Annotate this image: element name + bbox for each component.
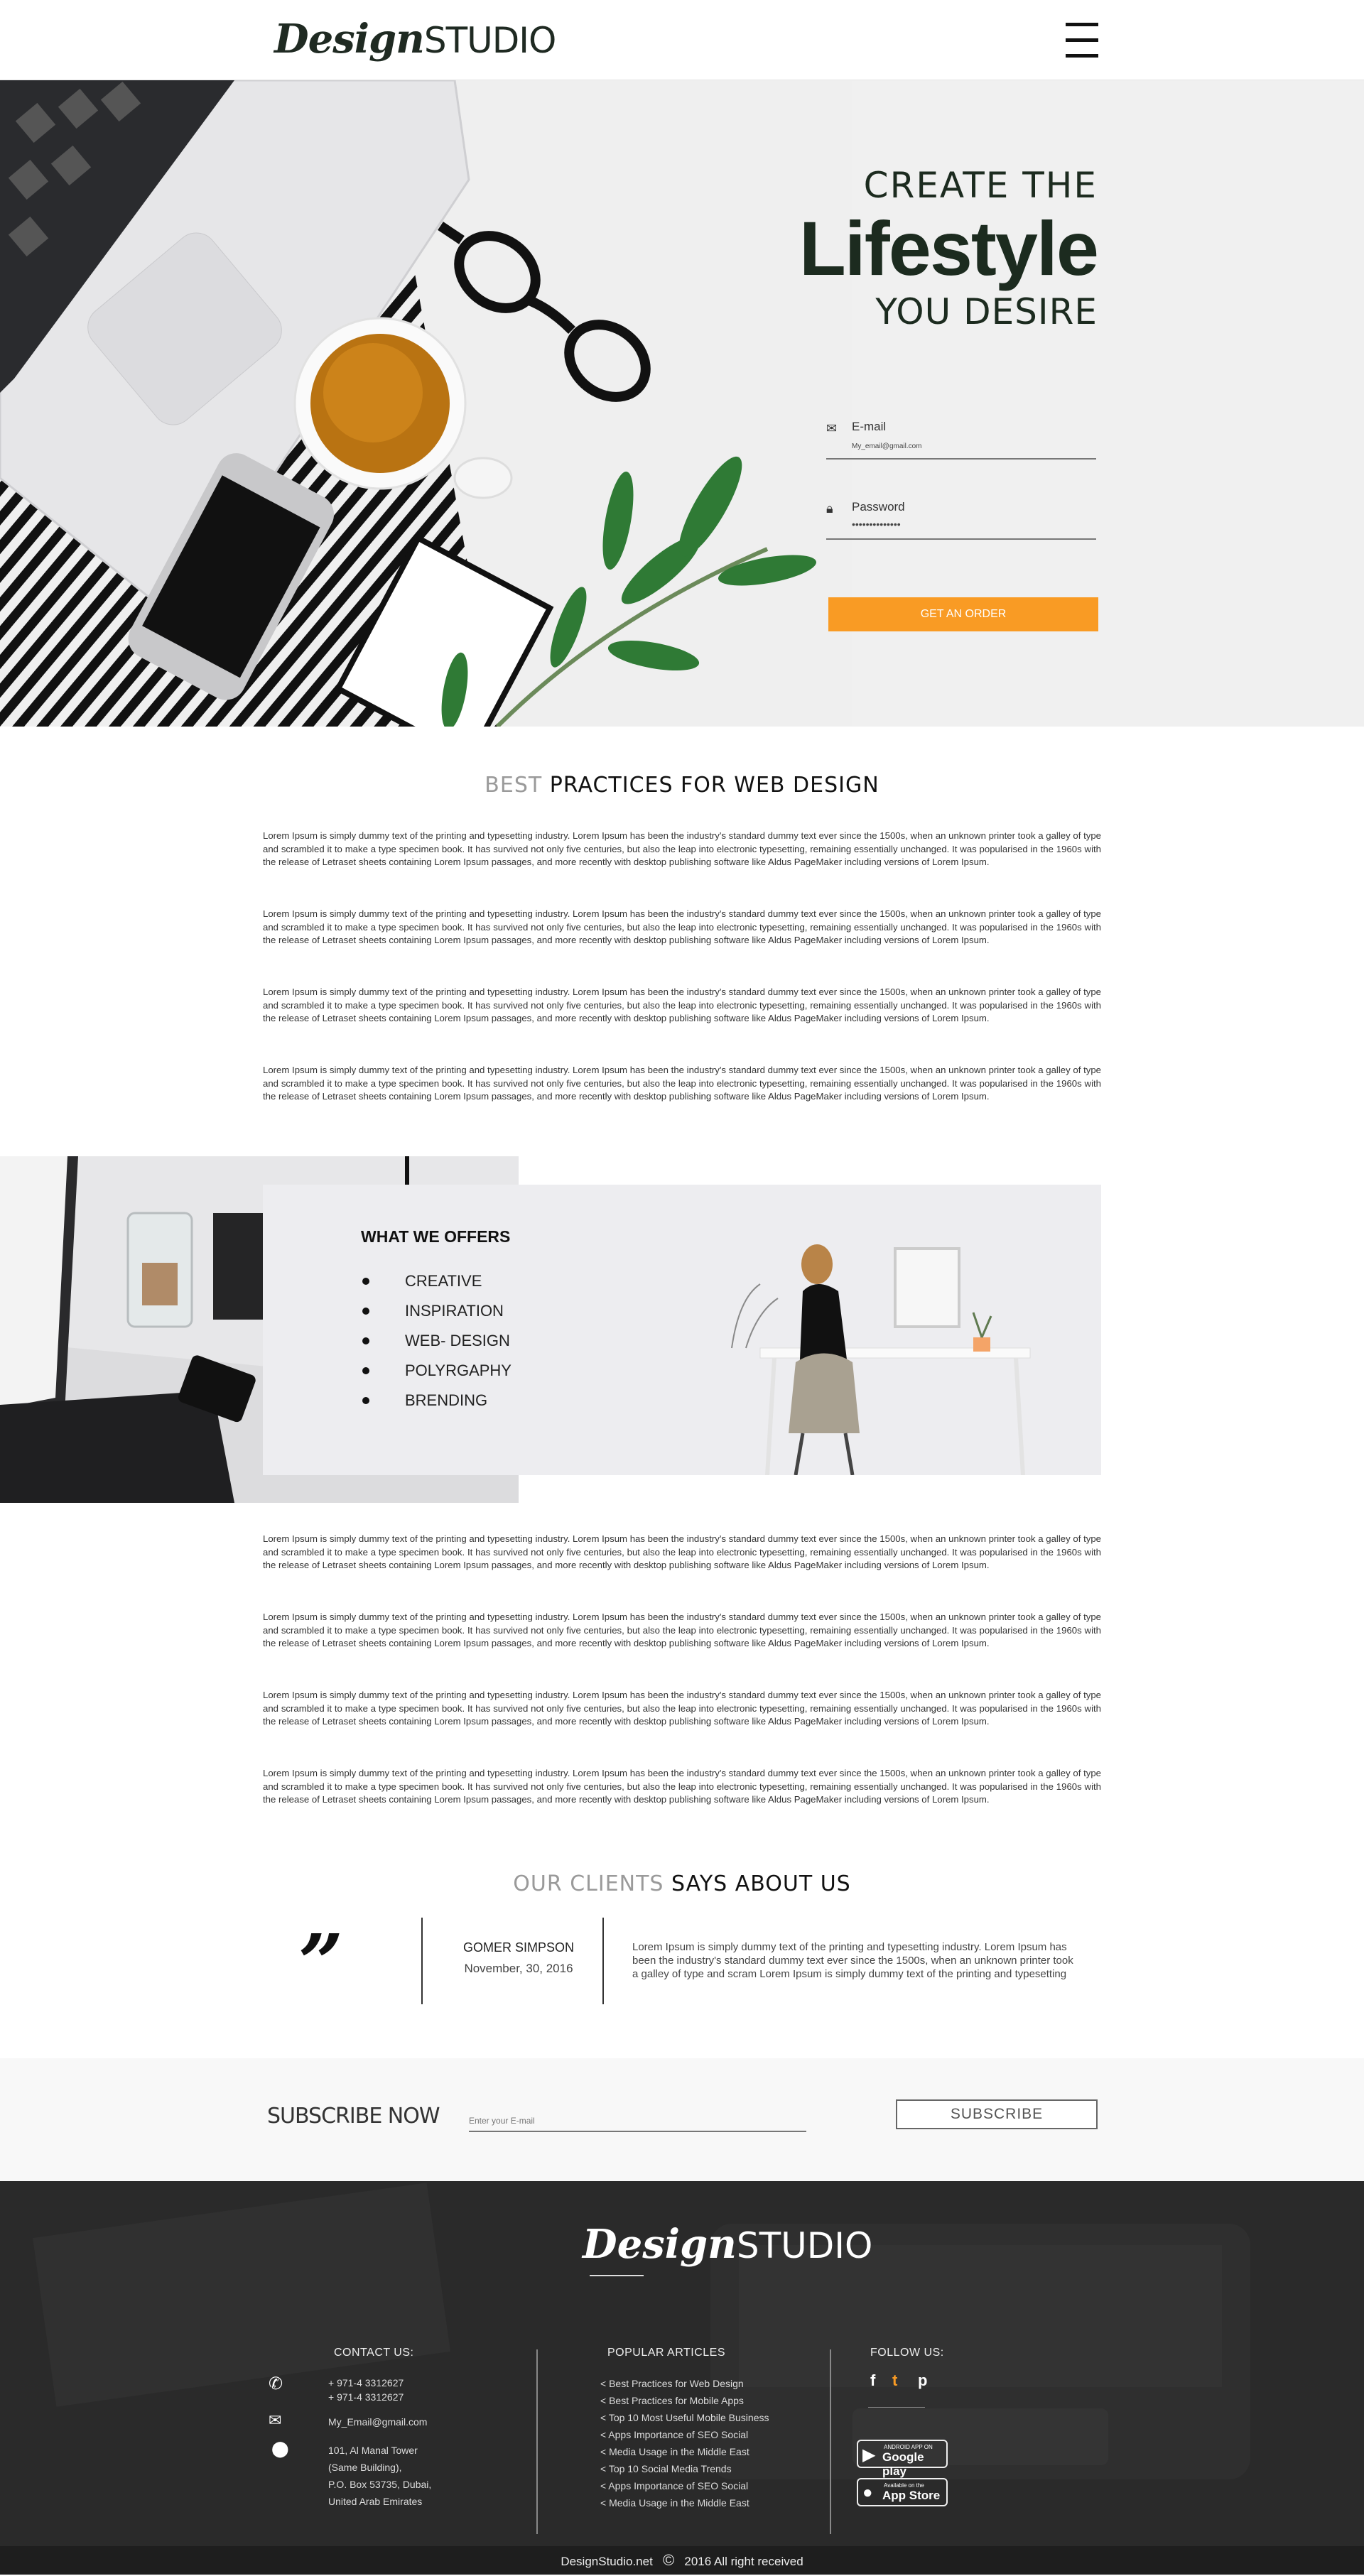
copyright-text: 2016 All right received bbox=[684, 2555, 803, 2568]
location-pin-icon: ⬤ bbox=[271, 2440, 289, 2457]
offer-item: INSPIRATION bbox=[362, 1296, 512, 1326]
lock-icon: 🔒︎ bbox=[826, 501, 833, 516]
hero-desk-photo bbox=[0, 80, 852, 727]
play-store-icon: ▶ bbox=[862, 2445, 876, 2464]
password-label: Password bbox=[852, 500, 905, 513]
offer-item: WEB- DESIGN bbox=[362, 1326, 512, 1356]
article-link[interactable]: < Apps Importance of SEO Social bbox=[600, 2477, 769, 2494]
body-paragraph: Lorem Ipsum is simply dummy text of the … bbox=[263, 1612, 1101, 1648]
client-name: GOMER SIMPSON bbox=[462, 1940, 574, 1955]
body-paragraph: Lorem Ipsum is simply dummy text of the … bbox=[263, 1768, 1101, 1805]
article-link[interactable]: < Top 10 Most Useful Mobile Business bbox=[600, 2409, 769, 2426]
address-line: United Arab Emirates bbox=[328, 2496, 423, 2507]
phone-number[interactable]: + 971-4 3312627 bbox=[328, 2376, 404, 2390]
password-input[interactable]: •••••••••••••• bbox=[852, 518, 1086, 530]
practices-paragraph: Lorem Ipsum is simply dummy text of the … bbox=[263, 830, 1101, 867]
copyright-bar: DesignStudio.net © 2016 All right receiv… bbox=[0, 2546, 1364, 2575]
hero-title-line3: YOU DESIRE bbox=[875, 291, 1098, 332]
practices-heading: BEST PRACTICES FOR WEB DESIGN bbox=[485, 773, 879, 798]
google-play-badge[interactable]: ▶ ANDROID APP ON Google play bbox=[857, 2440, 948, 2478]
facebook-icon[interactable]: f bbox=[870, 2371, 875, 2390]
site-footer: DesignSTUDIO CONTACT US: ✆ + 971-4 33126… bbox=[0, 2181, 1364, 2575]
envelope-icon: ✉ bbox=[826, 421, 838, 435]
offers-list: CREATIVE INSPIRATION WEB- DESIGN POLYRGA… bbox=[362, 1266, 512, 1415]
address-line: 101, Al Manal Tower bbox=[328, 2445, 418, 2456]
apple-icon: ● bbox=[862, 2483, 873, 2502]
hamburger-icon[interactable] bbox=[1066, 23, 1098, 58]
email-input[interactable] bbox=[852, 442, 1086, 450]
body-paragraph: Lorem Ipsum is simply dummy text of the … bbox=[263, 1690, 1101, 1727]
popular-articles-list: < Best Practices for Web Design < Best P… bbox=[600, 2375, 769, 2511]
app-store-badge[interactable]: ● Available on the App Store bbox=[857, 2478, 948, 2506]
site-header: DesignSTUDIO bbox=[0, 0, 1364, 80]
address-line: P.O. Box 53735, Dubai, bbox=[328, 2479, 432, 2490]
divider bbox=[536, 2349, 538, 2534]
divider bbox=[590, 2275, 644, 2276]
get-order-button[interactable]: GET AN ORDER bbox=[828, 597, 1098, 631]
email-label: E-mail bbox=[852, 420, 887, 433]
article-link[interactable]: < Best Practices for Web Design bbox=[600, 2375, 769, 2392]
offers-title: WHAT WE OFFERS bbox=[361, 1227, 511, 1246]
site-link[interactable]: DesignStudio.net bbox=[561, 2555, 652, 2568]
contact-email[interactable]: My_Email@gmail.com bbox=[328, 2415, 427, 2429]
offer-item: BRENDING bbox=[362, 1386, 512, 1415]
quote-icon: ” bbox=[298, 1917, 344, 2009]
article-link[interactable]: < Best Practices for Mobile Apps bbox=[600, 2392, 769, 2409]
divider bbox=[868, 2407, 925, 2408]
article-link[interactable]: < Apps Importance of SEO Social bbox=[600, 2426, 769, 2443]
offer-item: CREATIVE bbox=[362, 1266, 512, 1296]
hero-title: CREATE THE Lifestyle YOU DESIRE bbox=[799, 164, 1099, 333]
divider bbox=[421, 1918, 423, 2004]
client-testimonial: Lorem Ipsum is simply dummy text of the … bbox=[632, 1941, 1073, 1980]
email-field[interactable]: ✉ E-mail bbox=[826, 417, 1096, 460]
mail-icon: ✉ bbox=[269, 2411, 282, 2429]
offer-item: POLYRGAPHY bbox=[362, 1356, 512, 1386]
address-line: (Same Building), bbox=[328, 2462, 402, 2473]
article-link[interactable]: < Media Usage in the Middle East bbox=[600, 2494, 769, 2511]
practices-paragraph: Lorem Ipsum is simply dummy text of the … bbox=[263, 1065, 1101, 1102]
footer-logo[interactable]: DesignSTUDIO bbox=[583, 2221, 872, 2268]
article-link[interactable]: < Top 10 Social Media Trends bbox=[600, 2460, 769, 2477]
offers-panel: WHAT WE OFFERS CREATIVE INSPIRATION WEB-… bbox=[263, 1185, 1101, 1475]
divider bbox=[602, 1918, 604, 2004]
subscribe-title: SUBSCRIBE NOW bbox=[267, 2104, 440, 2129]
contact-title: CONTACT US: bbox=[334, 2347, 414, 2359]
divider bbox=[830, 2349, 831, 2534]
subscribe-button[interactable]: SUBSCRIBE bbox=[896, 2099, 1098, 2129]
hero-title-line2: Lifestyle bbox=[799, 205, 1099, 291]
hero-section: CREATE THE Lifestyle YOU DESIRE ✉ E-mail… bbox=[0, 80, 1364, 727]
subscribe-section: SUBSCRIBE NOW SUBSCRIBE bbox=[0, 2058, 1364, 2181]
hero-title-line1: CREATE THE bbox=[863, 165, 1098, 206]
body-paragraph: Lorem Ipsum is simply dummy text of the … bbox=[263, 1533, 1101, 1570]
subscribe-email-input[interactable] bbox=[469, 2111, 806, 2132]
practices-paragraph: Lorem Ipsum is simply dummy text of the … bbox=[263, 908, 1101, 945]
twitter-icon[interactable]: t bbox=[892, 2371, 897, 2390]
woman-at-desk-photo bbox=[718, 1185, 1101, 1475]
clients-heading: OUR CLIENTS SAYS ABOUT US bbox=[513, 1871, 851, 1896]
copyright-icon: © bbox=[662, 2551, 675, 2569]
article-link[interactable]: < Media Usage in the Middle East bbox=[600, 2443, 769, 2460]
client-date: November, 30, 2016 bbox=[464, 1962, 573, 1975]
follow-title: FOLLOW US: bbox=[870, 2347, 944, 2359]
phone-number[interactable]: + 971-4 3312627 bbox=[328, 2391, 404, 2404]
site-logo[interactable]: DesignSTUDIO bbox=[274, 16, 556, 63]
phone-icon: ✆ bbox=[269, 2374, 283, 2393]
articles-title: POPULAR ARTICLES bbox=[607, 2347, 725, 2359]
pinterest-icon[interactable]: p bbox=[918, 2371, 927, 2390]
password-field[interactable]: 🔒︎ Password •••••••••••••• bbox=[826, 497, 1096, 540]
practices-paragraph: Lorem Ipsum is simply dummy text of the … bbox=[263, 987, 1101, 1023]
